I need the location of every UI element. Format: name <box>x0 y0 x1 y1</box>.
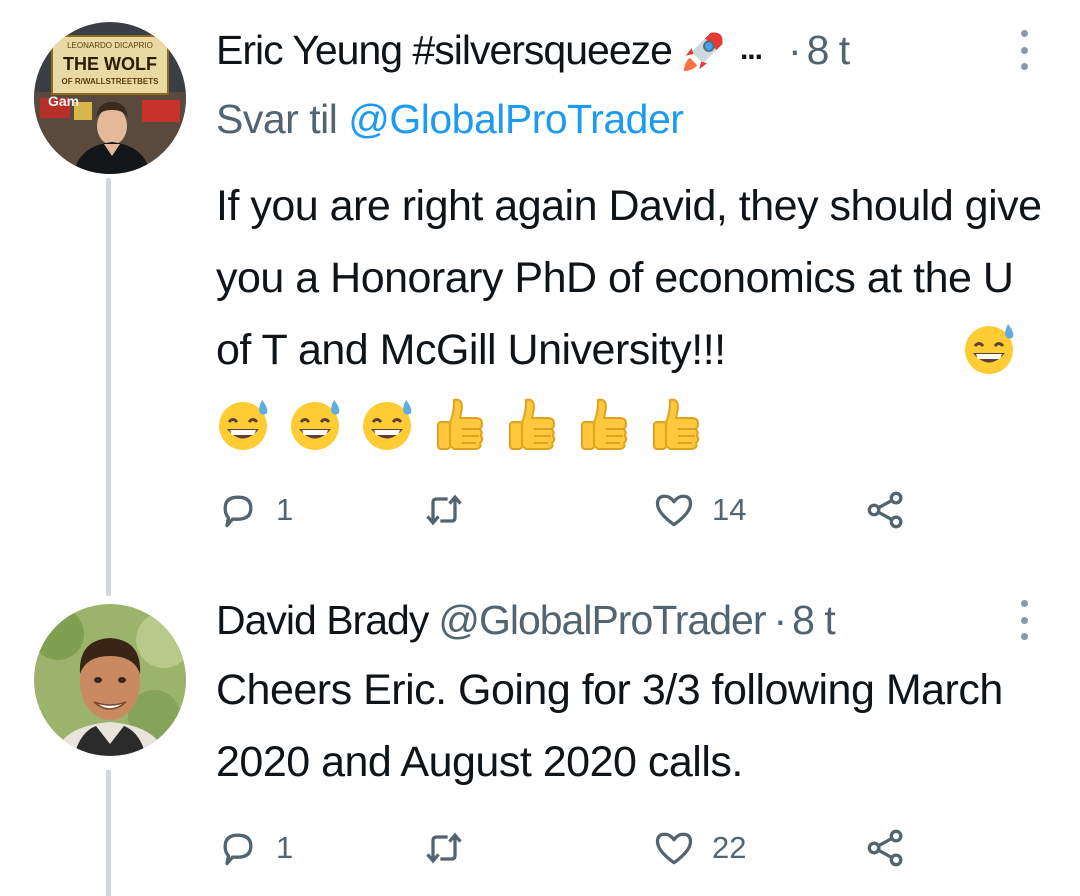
thumbs-up-emoji-icon <box>437 398 484 450</box>
twitter-thread: LEONARDO DICAPRIO THE WOLF OF R/WALLSTRE… <box>0 0 1080 896</box>
retweet-button[interactable] <box>422 820 482 876</box>
reply-count: 1 <box>276 830 294 865</box>
tweet-text: Cheers Eric. Going for 3/3 following Mar… <box>216 666 1003 786</box>
retweet-icon <box>426 494 462 526</box>
like-count: 14 <box>712 492 747 527</box>
poster-line2: THE WOLF <box>63 54 157 74</box>
avatar[interactable]: LEONARDO DICAPRIO THE WOLF OF R/WALLSTRE… <box>34 22 186 174</box>
grinning-sweat-emoji-icon <box>965 324 1014 374</box>
tweet-timestamp[interactable]: 8 t <box>792 597 836 644</box>
tweet-header: David Brady @GlobalProTrader · 8 t <box>216 590 1030 650</box>
tweet-actions: 1 14 <box>216 482 936 538</box>
separator-dot: · <box>773 596 788 643</box>
tweet-david-brady[interactable]: David Brady @GlobalProTrader · 8 t Cheer… <box>0 580 1080 896</box>
more-options-icon[interactable] <box>1019 600 1029 640</box>
poster-store: Gam <box>48 93 79 109</box>
avatar[interactable] <box>34 604 186 756</box>
share-icon <box>867 829 903 867</box>
reply-context: Svar til @GlobalProTrader <box>216 96 684 143</box>
grinning-sweat-emoji-icon <box>363 400 412 450</box>
poster-line1: LEONARDO DICAPRIO <box>67 41 153 50</box>
share-button[interactable] <box>864 820 908 876</box>
tweet-header: Eric Yeung #silversqueeze ... · 8 t <box>216 20 1030 80</box>
like-button[interactable]: 14 <box>652 482 746 538</box>
retweet-icon <box>426 832 462 864</box>
share-button[interactable] <box>864 482 908 538</box>
reply-mention-link[interactable]: @GlobalProTrader <box>348 96 684 142</box>
grinning-sweat-emoji-icon <box>291 400 340 450</box>
like-button[interactable]: 22 <box>652 820 746 876</box>
poster-line3: OF R/WALLSTREETBETS <box>62 77 160 86</box>
emoji-row <box>216 396 704 452</box>
reply-button[interactable]: 1 <box>216 482 293 538</box>
name-truncation: ... <box>739 33 763 66</box>
reply-icon <box>223 833 253 866</box>
thumbs-up-emoji-icon <box>581 398 628 450</box>
share-icon <box>867 491 903 529</box>
separator-dot: · <box>787 26 802 73</box>
thumbs-up-emoji-icon <box>509 398 556 450</box>
tweet-text: If you are right again David, they shoul… <box>216 182 1042 374</box>
rocket-emoji-icon <box>683 32 723 72</box>
reply-prefix: Svar til <box>216 96 338 142</box>
like-count: 22 <box>712 830 747 865</box>
retweet-button[interactable] <box>422 482 482 538</box>
more-options-icon[interactable] <box>1019 30 1029 70</box>
reply-icon <box>223 495 253 528</box>
author-name[interactable]: David Brady <box>216 597 429 644</box>
tweet-eric-yeung[interactable]: LEONARDO DICAPRIO THE WOLF OF R/WALLSTRE… <box>0 0 1080 560</box>
author-name[interactable]: Eric Yeung #silversqueeze <box>216 27 673 74</box>
author-handle[interactable]: @GlobalProTrader <box>438 597 766 644</box>
heart-icon <box>655 494 693 527</box>
tweet-actions: 1 22 <box>216 820 936 876</box>
reply-button[interactable]: 1 <box>216 820 293 876</box>
avatar-image <box>34 604 186 756</box>
tweet-timestamp[interactable]: 8 t <box>807 27 851 74</box>
grinning-sweat-emoji-icon <box>219 400 268 450</box>
reply-count: 1 <box>276 492 294 527</box>
heart-icon <box>655 832 693 865</box>
thumbs-up-emoji-icon <box>653 398 700 450</box>
avatar-image: LEONARDO DICAPRIO THE WOLF OF R/WALLSTRE… <box>34 22 186 174</box>
